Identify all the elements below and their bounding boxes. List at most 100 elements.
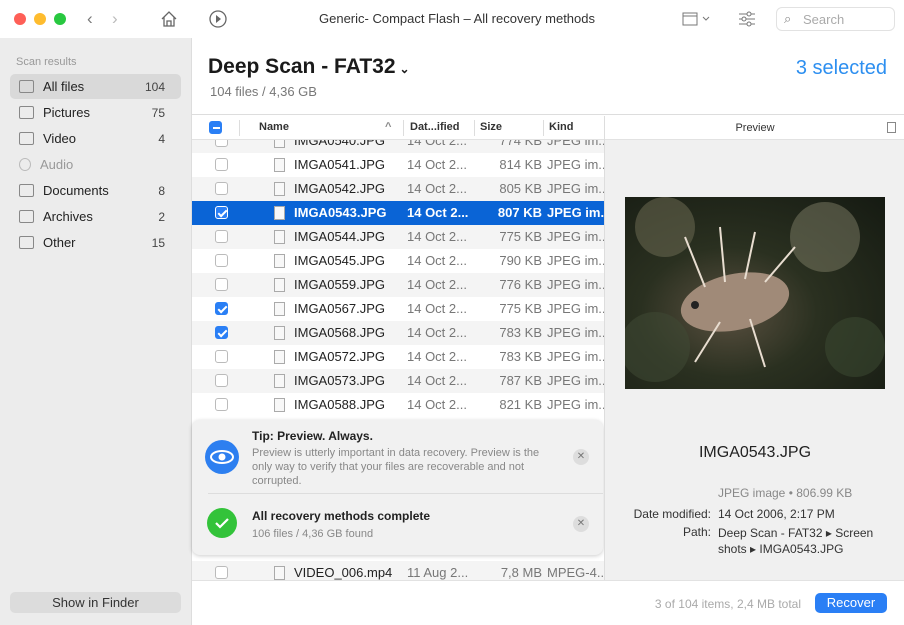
table-row[interactable]: IMGA0567.JPG 14 Oct 2... 775 KB JPEG im.… bbox=[192, 297, 604, 321]
row-checkbox[interactable] bbox=[215, 278, 228, 291]
sidebar-item-archives[interactable]: Archives 2 bbox=[10, 204, 181, 229]
table-row[interactable]: IMGA0573.JPG 14 Oct 2... 787 KB JPEG im.… bbox=[192, 369, 604, 393]
sidebar-item-audio[interactable]: Audio bbox=[10, 152, 181, 177]
jpeg-file-icon bbox=[274, 140, 285, 148]
row-checkbox[interactable] bbox=[215, 398, 228, 411]
jpeg-file-icon bbox=[274, 398, 285, 412]
sidebar-item-other[interactable]: Other 15 bbox=[10, 230, 181, 255]
row-checkbox[interactable] bbox=[215, 254, 228, 267]
row-checkbox[interactable] bbox=[215, 350, 228, 363]
file-size: 807 KB bbox=[497, 205, 542, 220]
search-input[interactable]: ⌕ Search bbox=[776, 7, 895, 31]
path-value: Deep Scan - FAT32 ▸ Screen shots ▸ IMGA0… bbox=[718, 526, 874, 556]
table-row[interactable]: IMGA0544.JPG 14 Oct 2... 775 KB JPEG im.… bbox=[192, 225, 604, 249]
table-row[interactable]: VIDEO_006.mp4 11 Aug 2... 7,8 MB MPEG-4.… bbox=[192, 561, 604, 580]
file-date: 14 Oct 2... bbox=[407, 277, 467, 292]
jpeg-file-icon bbox=[274, 326, 285, 340]
file-size: 776 KB bbox=[499, 277, 542, 292]
column-name[interactable]: Name bbox=[259, 121, 289, 133]
jpeg-file-icon bbox=[274, 182, 285, 196]
file-size: 775 KB bbox=[499, 301, 542, 316]
all-files-icon bbox=[19, 80, 34, 93]
preview-heading: Preview bbox=[605, 116, 904, 140]
window-title: Generic- Compact Flash – All recovery me… bbox=[319, 11, 595, 26]
jpeg-file-icon bbox=[274, 158, 285, 172]
show-in-finder-button[interactable]: Show in Finder bbox=[10, 592, 181, 613]
count: 15 bbox=[151, 235, 165, 250]
preview-image bbox=[625, 197, 885, 389]
view-options-icon[interactable] bbox=[682, 12, 712, 26]
table-row[interactable]: IMGA0540.JPG 14 Oct 2... 774 KB JPEG im.… bbox=[192, 140, 604, 153]
chevron-down-icon: ⌄ bbox=[399, 62, 410, 76]
copy-icon[interactable] bbox=[887, 122, 896, 133]
file-date: 14 Oct 2... bbox=[407, 229, 467, 244]
table-row[interactable]: IMGA0572.JPG 14 Oct 2... 783 KB JPEG im.… bbox=[192, 345, 604, 369]
count: 4 bbox=[158, 131, 165, 146]
file-name: IMGA0572.JPG bbox=[294, 349, 386, 364]
selection-summary: 3 of 104 items, 2,4 MB total bbox=[654, 597, 801, 611]
label: Audio bbox=[40, 157, 74, 172]
notifications-panel: Tip: Preview. Always. Preview is utterly… bbox=[192, 420, 603, 555]
table-row[interactable]: IMGA0545.JPG 14 Oct 2... 790 KB JPEG im.… bbox=[192, 249, 604, 273]
table-row[interactable]: IMGA0559.JPG 14 Oct 2... 776 KB JPEG im.… bbox=[192, 273, 604, 297]
jpeg-file-icon bbox=[274, 254, 285, 268]
table-row[interactable]: IMGA0588.JPG 14 Oct 2... 821 KB JPEG im.… bbox=[192, 393, 604, 417]
close-tip-button[interactable]: ✕ bbox=[573, 449, 589, 465]
file-kind: JPEG im... bbox=[547, 301, 604, 316]
tip-title: Tip: Preview. Always. bbox=[252, 429, 373, 443]
file-date: 11 Aug 2... bbox=[407, 565, 469, 580]
sidebar-item-all-files[interactable]: All files 104 bbox=[10, 74, 181, 99]
row-checkbox[interactable] bbox=[215, 302, 228, 315]
scan-title-dropdown[interactable]: Deep Scan - FAT32 ⌄ bbox=[208, 55, 410, 79]
label: All files bbox=[43, 79, 85, 94]
filter-settings-icon[interactable] bbox=[738, 10, 756, 28]
sidebar-item-pictures[interactable]: Pictures 75 bbox=[10, 100, 181, 125]
eye-icon bbox=[205, 440, 239, 474]
other-icon bbox=[19, 236, 34, 249]
recover-button[interactable]: Recover bbox=[815, 593, 887, 613]
file-size: 787 KB bbox=[499, 373, 542, 388]
row-checkbox[interactable] bbox=[215, 206, 228, 219]
file-kind: JPEG im... bbox=[547, 157, 604, 172]
file-name: VIDEO_006.mp4 bbox=[294, 565, 393, 580]
file-date: 14 Oct 2... bbox=[407, 253, 467, 268]
video-icon bbox=[19, 132, 34, 145]
column-date[interactable]: Dat...ified bbox=[410, 121, 460, 133]
file-date: 14 Oct 2... bbox=[407, 205, 469, 220]
row-checkbox[interactable] bbox=[215, 182, 228, 195]
preview-kind-size: JPEG image • 806.99 KB bbox=[718, 486, 853, 500]
table-header: Name ^ Dat...ified Size Kind bbox=[192, 116, 604, 140]
file-size: 783 KB bbox=[499, 325, 542, 340]
row-checkbox[interactable] bbox=[215, 140, 228, 147]
table-row[interactable]: IMGA0542.JPG 14 Oct 2... 805 KB JPEG im.… bbox=[192, 177, 604, 201]
date-modified-label: Date modified: bbox=[633, 507, 711, 521]
file-kind: JPEG im... bbox=[547, 373, 604, 388]
table-row[interactable]: IMGA0568.JPG 14 Oct 2... 783 KB JPEG im.… bbox=[192, 321, 604, 345]
file-kind: JPEG im... bbox=[547, 205, 604, 220]
column-size[interactable]: Size bbox=[480, 121, 502, 133]
complete-body: 106 files / 4,36 GB found bbox=[252, 528, 374, 540]
count: 104 bbox=[144, 79, 165, 94]
row-checkbox[interactable] bbox=[215, 230, 228, 243]
column-kind[interactable]: Kind bbox=[549, 121, 573, 133]
tip-body: Preview is utterly important in data rec… bbox=[252, 447, 540, 487]
file-kind: JPEG im... bbox=[547, 140, 604, 148]
select-all-checkbox[interactable] bbox=[209, 121, 222, 134]
close-complete-button[interactable]: ✕ bbox=[573, 516, 589, 532]
scan-summary: 104 files / 4,36 GB bbox=[210, 84, 317, 99]
row-checkbox[interactable] bbox=[215, 374, 228, 387]
row-checkbox[interactable] bbox=[215, 566, 228, 579]
sidebar-item-documents[interactable]: Documents 8 bbox=[10, 178, 181, 203]
file-kind: JPEG im... bbox=[547, 349, 604, 364]
row-checkbox[interactable] bbox=[215, 158, 228, 171]
row-checkbox[interactable] bbox=[215, 326, 228, 339]
sidebar-item-video[interactable]: Video 4 bbox=[10, 126, 181, 151]
file-kind: JPEG im... bbox=[547, 397, 604, 412]
label: Pictures bbox=[43, 105, 90, 120]
jpeg-file-icon bbox=[274, 278, 285, 292]
count: 2 bbox=[158, 209, 165, 224]
file-name: IMGA0568.JPG bbox=[294, 325, 386, 340]
table-row[interactable]: IMGA0541.JPG 14 Oct 2... 814 KB JPEG im.… bbox=[192, 153, 604, 177]
selected-count: 3 selected bbox=[795, 57, 887, 79]
table-row[interactable]: IMGA0543.JPG 14 Oct 2... 807 KB JPEG im.… bbox=[192, 201, 604, 225]
